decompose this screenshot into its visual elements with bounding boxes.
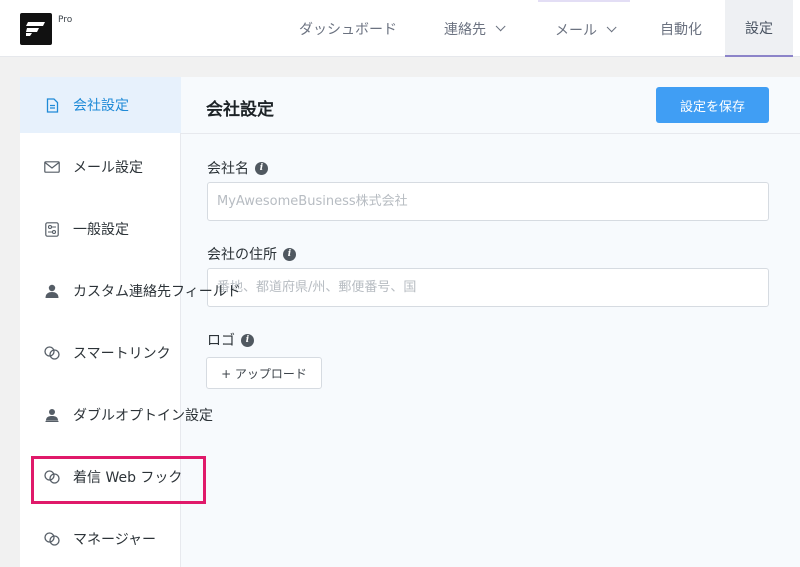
panel-header: 会社設定 設定を保存 bbox=[181, 77, 800, 134]
sidebar-item-smart-links[interactable]: スマートリンク bbox=[20, 325, 181, 381]
company-name-label-text: 会社名 bbox=[207, 161, 249, 177]
sidebar-item-label: カスタム連絡先フィールド bbox=[73, 284, 241, 300]
nav-email-label: メール bbox=[555, 22, 597, 39]
sidebar-item-label: マネージャー bbox=[73, 532, 157, 548]
nav-contacts[interactable]: 連絡先 bbox=[425, 0, 521, 57]
sidebar-item-label: スマートリンク bbox=[73, 346, 171, 362]
link-icon bbox=[44, 531, 60, 547]
pro-badge: Pro bbox=[58, 15, 73, 25]
sidebar-item-email-settings[interactable]: メール設定 bbox=[20, 139, 181, 195]
company-name-input[interactable] bbox=[207, 182, 769, 221]
logo-icon bbox=[26, 22, 45, 36]
info-icon[interactable]: i bbox=[255, 161, 268, 175]
chevron-down-icon bbox=[495, 21, 506, 32]
logo-upload-button[interactable]: + アップロード bbox=[206, 357, 322, 389]
company-address-input[interactable] bbox=[207, 268, 769, 307]
sidebar-item-custom-contact-fields[interactable]: カスタム連絡先フィールド bbox=[20, 263, 241, 319]
sidebar-item-managers[interactable]: マネージャー bbox=[20, 511, 181, 567]
nav-automation[interactable]: 自動化 bbox=[642, 0, 720, 57]
nav-email[interactable]: メール bbox=[538, 0, 630, 57]
sidebar-item-double-optin[interactable]: ダブルオプトイン設定 bbox=[20, 387, 213, 443]
app-logo[interactable] bbox=[20, 13, 52, 45]
sliders-icon bbox=[44, 221, 60, 237]
save-settings-button[interactable]: 設定を保存 bbox=[656, 87, 769, 123]
company-address-label: 会社の住所 i bbox=[207, 244, 296, 264]
logo-label: ロゴ i bbox=[207, 330, 254, 350]
company-settings-panel: 会社設定 設定を保存 会社名 i 会社の住所 i ロゴ i + アップロード bbox=[181, 77, 800, 567]
sidebar-item-label: メール設定 bbox=[73, 160, 143, 176]
nav-settings-label: 設定 bbox=[745, 20, 773, 37]
sidebar-item-label: ダブルオプトイン設定 bbox=[73, 408, 213, 424]
envelope-icon bbox=[44, 159, 60, 175]
user-icon bbox=[44, 283, 60, 299]
sidebar-item-general-settings[interactable]: 一般設定 bbox=[20, 201, 181, 257]
link-icon bbox=[44, 345, 60, 361]
nav-dashboard[interactable]: ダッシュボード bbox=[282, 0, 414, 57]
nav-dashboard-label: ダッシュボード bbox=[299, 21, 397, 38]
user-check-icon bbox=[44, 407, 60, 423]
nav-contacts-label: 連絡先 bbox=[444, 21, 486, 38]
nav-automation-label: 自動化 bbox=[660, 21, 702, 38]
sidebar-item-label: 一般設定 bbox=[73, 222, 129, 238]
top-navigation: Pro ダッシュボード 連絡先 メール 自動化 設定 bbox=[0, 0, 800, 57]
sidebar-item-company-settings[interactable]: 会社設定 bbox=[20, 77, 181, 133]
logo-label-text: ロゴ bbox=[207, 333, 235, 349]
chevron-down-icon bbox=[606, 22, 617, 33]
highlight-annotation bbox=[31, 456, 206, 504]
nav-settings[interactable]: 設定 bbox=[725, 0, 793, 57]
document-icon bbox=[44, 97, 60, 113]
page-title: 会社設定 bbox=[206, 100, 274, 120]
sidebar-item-label: 会社設定 bbox=[73, 98, 129, 114]
company-address-label-text: 会社の住所 bbox=[207, 247, 277, 263]
info-icon[interactable]: i bbox=[283, 247, 296, 261]
company-name-label: 会社名 i bbox=[207, 158, 268, 178]
info-icon[interactable]: i bbox=[241, 333, 254, 347]
